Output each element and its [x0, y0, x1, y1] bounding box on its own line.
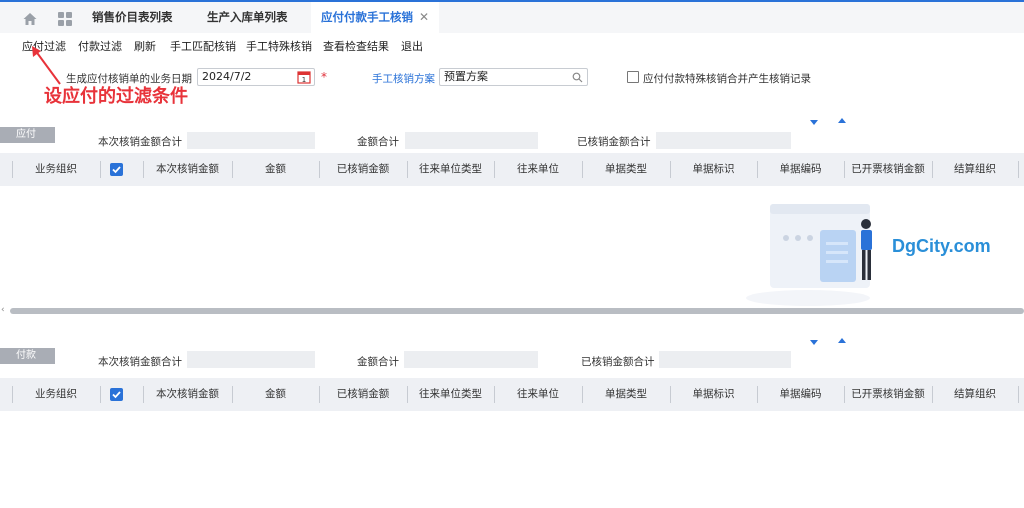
col-amount[interactable]: 金额	[232, 153, 319, 186]
tab-label: 应付付款手工核销	[321, 10, 413, 24]
col-doc-type[interactable]: 单据类型	[582, 153, 670, 186]
tab-sales-price-list[interactable]: 销售价目表列表	[82, 2, 183, 33]
col-doc-code[interactable]: 单据编码	[757, 378, 844, 411]
writeoff-plan-label[interactable]: 手工核销方案	[372, 71, 435, 86]
writeoff-plan-field[interactable]: 预置方案	[439, 68, 588, 86]
exit-button[interactable]: 退出	[401, 38, 423, 54]
empty-data-illustration	[746, 204, 872, 306]
collapse-up-icon[interactable]	[838, 118, 846, 123]
col-doc-id[interactable]: 单据标识	[670, 378, 757, 411]
col-doc-code[interactable]: 单据编码	[757, 153, 844, 186]
col-business-org[interactable]: 业务组织	[12, 378, 100, 411]
col-counterparty[interactable]: 往来单位	[494, 153, 582, 186]
payable-sum3-label: 已核销金额合计	[577, 136, 651, 148]
checkmark-icon	[112, 166, 121, 174]
tab-label: 销售价目表列表	[92, 10, 173, 24]
col-current-writeoff-amount[interactable]: 本次核销金额	[143, 153, 232, 186]
col-invoiced-writeoff-amount[interactable]: 已开票核销金额	[844, 378, 932, 411]
column-divider	[100, 386, 101, 403]
writeoff-plan-value: 预置方案	[444, 70, 488, 83]
view-check-results-button[interactable]: 查看检查结果	[323, 38, 389, 54]
col-counterparty[interactable]: 往来单位	[494, 378, 582, 411]
col-current-writeoff-amount[interactable]: 本次核销金额	[143, 378, 232, 411]
tab-production-inbound-list[interactable]: 生产入库单列表	[197, 2, 298, 33]
column-divider	[1018, 161, 1019, 178]
select-all-checkbox[interactable]	[110, 163, 123, 176]
manual-match-writeoff-button[interactable]: 手工匹配核销	[170, 38, 236, 54]
col-invoiced-writeoff-amount[interactable]: 已开票核销金额	[844, 153, 932, 186]
manual-special-writeoff-button[interactable]: 手工特殊核销	[246, 38, 312, 54]
payment-filter-button[interactable]: 付款过滤	[78, 38, 122, 54]
special-writeoff-merge-label: 应付付款特殊核销合并产生核销记录	[643, 73, 811, 85]
col-settlement-org[interactable]: 结算组织	[932, 378, 1018, 411]
col-counterparty-type[interactable]: 往来单位类型	[407, 378, 494, 411]
payable-sum3-value	[656, 132, 791, 149]
scroll-left-icon[interactable]: ‹	[1, 305, 5, 315]
col-business-org[interactable]: 业务组织	[12, 153, 100, 186]
tab-manual-writeoff[interactable]: 应付付款手工核销 ✕	[311, 2, 440, 33]
col-doc-id[interactable]: 单据标识	[670, 153, 757, 186]
col-doc-type[interactable]: 单据类型	[582, 378, 670, 411]
collapse-down-icon[interactable]	[810, 120, 818, 125]
payable-section-tag: 应付	[0, 127, 55, 143]
refresh-button[interactable]: 刷新	[134, 38, 156, 54]
calendar-icon[interactable]: 1	[297, 70, 311, 84]
payment-sum2-value	[404, 351, 538, 368]
payable-sum1-label: 本次核销金额合计	[98, 136, 182, 148]
tab-label: 生产入库单列表	[207, 10, 288, 24]
checkmark-icon	[112, 391, 121, 399]
payable-sum2-label: 金额合计	[357, 136, 399, 148]
close-icon[interactable]: ✕	[419, 10, 429, 24]
search-icon[interactable]	[572, 72, 583, 83]
required-mark: *	[321, 70, 327, 84]
payment-sum1-label: 本次核销金额合计	[98, 356, 182, 368]
apps-grid-icon[interactable]	[57, 11, 73, 27]
payment-sum1-value	[187, 351, 315, 368]
svg-text:1: 1	[302, 76, 306, 84]
col-settlement-org[interactable]: 结算组织	[932, 153, 1018, 186]
watermark: DgCity.com	[892, 236, 991, 256]
collapse-down-icon[interactable]	[810, 340, 818, 345]
payment-section-tag: 付款	[0, 348, 55, 364]
payment-sum3-label: 已核销金额合计	[581, 356, 655, 368]
toolbar: 应付过滤 付款过滤 刷新 手工匹配核销 手工特殊核销 查看检查结果 退出	[0, 34, 1024, 56]
collapse-up-icon[interactable]	[838, 338, 846, 343]
business-date-label: 生成应付核销单的业务日期	[66, 73, 192, 85]
col-amount[interactable]: 金额	[232, 378, 319, 411]
business-date-value: 2024/7/2	[202, 70, 252, 83]
col-written-off-amount[interactable]: 已核销金额	[319, 153, 407, 186]
business-date-field[interactable]: 2024/7/2 1	[197, 68, 315, 86]
col-counterparty-type[interactable]: 往来单位类型	[407, 153, 494, 186]
home-icon[interactable]	[22, 11, 38, 27]
special-writeoff-merge-checkbox[interactable]	[627, 71, 639, 83]
col-written-off-amount[interactable]: 已核销金额	[319, 378, 407, 411]
payable-sum1-value	[187, 132, 315, 149]
tab-bar: 销售价目表列表 生产入库单列表 应付付款手工核销 ✕	[0, 0, 1024, 33]
horizontal-scrollbar[interactable]	[10, 308, 1024, 314]
column-divider	[1018, 386, 1019, 403]
payable-sum2-value	[405, 132, 538, 149]
payment-sum3-value	[659, 351, 791, 368]
column-divider	[100, 161, 101, 178]
select-all-checkbox[interactable]	[110, 388, 123, 401]
payment-sum2-label: 金额合计	[357, 356, 399, 368]
payment-table-header: 业务组织 本次核销金额 金额 已核销金额 往来单位类型 往来单位 单据类型 单据…	[0, 378, 1024, 411]
payable-table-header: 业务组织 本次核销金额 金额 已核销金额 往来单位类型 往来单位 单据类型 单据…	[0, 153, 1024, 186]
